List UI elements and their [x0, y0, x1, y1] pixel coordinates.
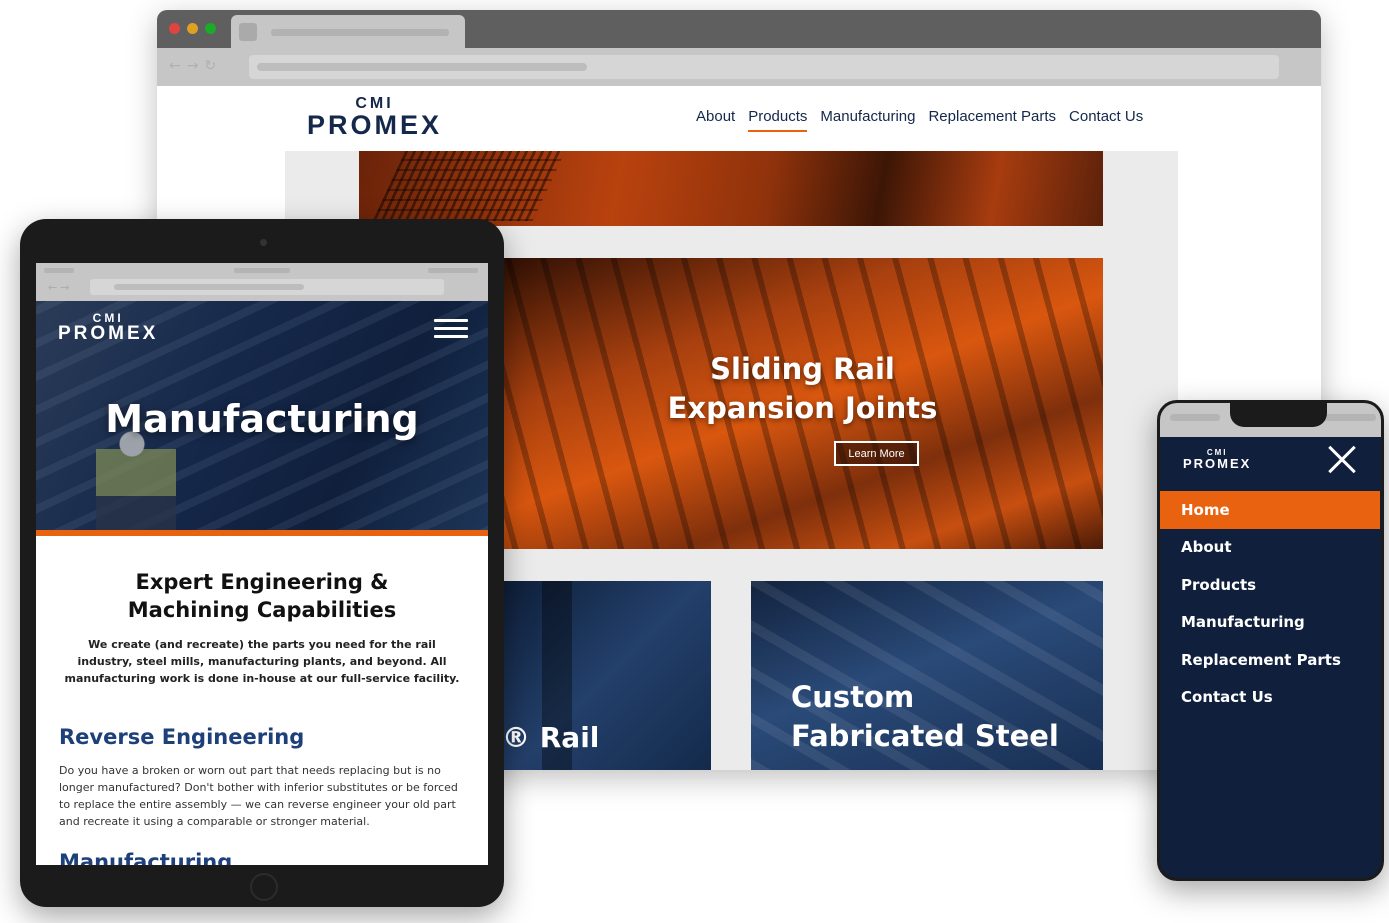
tile-title-line2: Fabricated Steel: [791, 719, 1059, 753]
phone-header: CMI PROMEX: [1160, 437, 1381, 491]
nav-contact-us[interactable]: Contact Us: [1069, 108, 1143, 132]
maximize-window-icon[interactable]: [205, 23, 216, 34]
site-logo[interactable]: CMI PROMEX: [307, 96, 442, 139]
back-forward-icons[interactable]: ←→: [48, 281, 72, 294]
tile-title: Custom Fabricated Steel: [791, 678, 1059, 756]
tablet-url-field[interactable]: [90, 279, 444, 295]
nav-manufacturing[interactable]: Manufacturing: [820, 108, 915, 132]
mobile-menu-contact-us[interactable]: Contact Us: [1160, 679, 1380, 717]
tablet-mockup: ←→ CMI PROMEX Manufacturing Expert Engin…: [20, 219, 504, 907]
intro-text: We create (and recreate) the parts you n…: [64, 638, 460, 685]
phone-mockup: CMI PROMEX Home About Products Manufactu…: [1157, 400, 1384, 881]
tablet-hero: CMI PROMEX Manufacturing: [36, 301, 488, 536]
close-icon[interactable]: [1327, 445, 1357, 475]
hamburger-icon[interactable]: [434, 319, 468, 339]
mobile-menu: Home About Products Manufacturing Replac…: [1160, 491, 1380, 716]
product-tile-custom-steel[interactable]: Custom Fabricated Steel: [751, 581, 1103, 770]
browser-address-bar: ←→↻: [157, 48, 1321, 86]
tile-title-fragment: ® Rail: [502, 721, 600, 754]
close-window-icon[interactable]: [169, 23, 180, 34]
grating-image: [372, 151, 566, 221]
browser-tab[interactable]: [231, 15, 465, 48]
mobile-menu-about[interactable]: About: [1160, 529, 1380, 567]
section-title-line2: Machining Capabilities: [127, 598, 397, 622]
reverse-engineering-text: Do you have a broken or worn out part th…: [59, 764, 458, 828]
back-forward-reload-icons[interactable]: ←→↻: [169, 58, 235, 74]
phone-notch: [1230, 403, 1327, 427]
tab-title-placeholder: [271, 29, 449, 36]
home-button[interactable]: [250, 873, 278, 901]
url-field[interactable]: [249, 55, 1279, 79]
product-tile-grating[interactable]: [359, 151, 1103, 226]
favicon-icon: [239, 23, 257, 41]
nav-products[interactable]: Products: [748, 108, 808, 132]
tablet-screen: ←→ CMI PROMEX Manufacturing Expert Engin…: [36, 263, 488, 865]
mobile-menu-products[interactable]: Products: [1160, 566, 1380, 604]
tile-title-line2: Expansion Joints: [667, 391, 938, 425]
minimize-window-icon[interactable]: [187, 23, 198, 34]
phone-browser-bar: [1160, 403, 1381, 437]
site-logo[interactable]: CMI PROMEX: [58, 312, 158, 343]
tile-title: Sliding Rail Expansion Joints: [502, 350, 1103, 428]
mobile-menu-manufacturing[interactable]: Manufacturing: [1160, 604, 1380, 642]
nav-replacement-parts[interactable]: Replacement Parts: [928, 108, 1056, 132]
site-logo[interactable]: CMI PROMEX: [1183, 449, 1252, 471]
camera-icon: [260, 239, 267, 246]
product-tile-sliding-rail[interactable]: Sliding Rail Expansion Joints Learn More: [502, 258, 1103, 549]
manufacturing-heading: Manufacturing: [59, 850, 233, 865]
main-nav: About Products Manufacturing Replacement…: [696, 108, 1143, 132]
logo-promex: PROMEX: [58, 323, 159, 344]
tile-title-line1: Sliding Rail: [710, 352, 895, 386]
reverse-engineering-heading: Reverse Engineering: [59, 725, 305, 749]
learn-more-button[interactable]: Learn More: [834, 441, 919, 466]
mobile-menu-replacement-parts[interactable]: Replacement Parts: [1160, 641, 1380, 679]
nav-about[interactable]: About: [696, 108, 735, 132]
logo-promex: PROMEX: [307, 110, 443, 140]
mobile-menu-home[interactable]: Home: [1160, 491, 1380, 529]
section-title: Expert Engineering & Machining Capabilit…: [36, 568, 488, 624]
tablet-content: Expert Engineering & Machining Capabilit…: [36, 542, 488, 865]
logo-promex: PROMEX: [1183, 456, 1252, 471]
tablet-browser-bar: ←→: [36, 263, 488, 301]
browser-title-bar: [157, 10, 1321, 48]
tile-title-line1: Custom: [791, 680, 915, 714]
hero-title: Manufacturing: [105, 397, 419, 441]
section-title-line1: Expert Engineering &: [135, 570, 389, 594]
product-tile-rail[interactable]: ® Rail: [502, 581, 711, 770]
